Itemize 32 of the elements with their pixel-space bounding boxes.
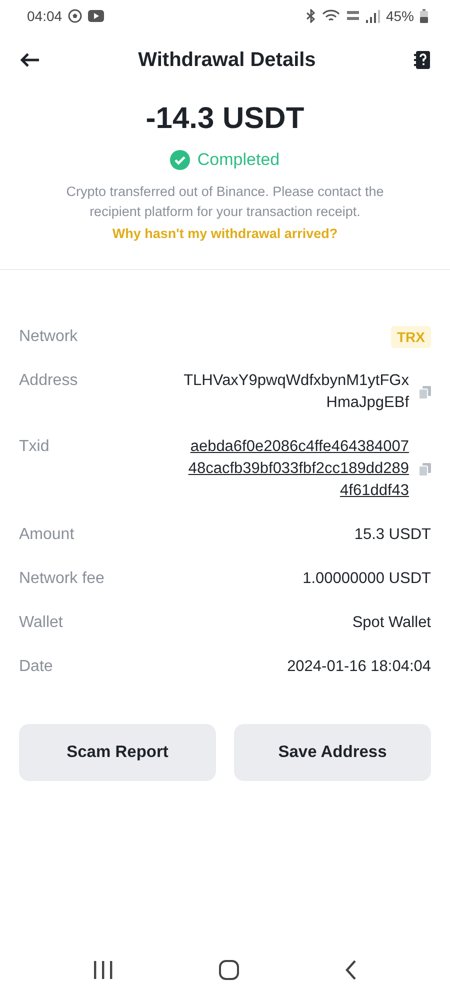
home-button[interactable] <box>216 957 242 983</box>
page-title: Withdrawal Details <box>137 48 317 72</box>
detail-label: Network fee <box>19 569 104 589</box>
action-button[interactable]: Scam Report <box>19 724 216 781</box>
detail-value: 1.00000000 USDT <box>302 569 431 589</box>
detail-value: TLHVaxY9pwqWdfxbynM1ytFGx HmaJpgEBf <box>184 371 409 413</box>
bluetooth-icon <box>306 9 316 23</box>
volte-icon <box>346 9 360 23</box>
detail-label: Amount <box>19 525 74 545</box>
network-tag: TRX <box>391 326 431 348</box>
detail-value: 15.3 USDT <box>354 525 431 545</box>
detail-value: 2024-01-16 18:04:04 <box>287 657 431 677</box>
status-text: Completed <box>197 150 280 170</box>
detail-label: Network <box>19 327 78 347</box>
help-button[interactable] <box>412 49 432 71</box>
check-circle-icon <box>170 150 190 170</box>
video-play-icon <box>88 10 104 22</box>
signal-icon <box>366 10 380 22</box>
withdrawal-amount: -14.3 USDT <box>146 102 304 136</box>
status-time: 04:04 <box>27 8 62 24</box>
detail-value: Spot Wallet <box>352 613 431 633</box>
wifi-icon <box>322 9 340 23</box>
battery-icon <box>420 9 428 23</box>
detail-label: Txid <box>19 437 50 457</box>
txid-link[interactable]: aebda6f0e2086c4ffe464384007 48cacfb39bf033fbf2cc189dd289 4f61ddf43 <box>188 436 409 502</box>
detail-label: Date <box>19 657 53 677</box>
info-note: Crypto transferred out of Binance. Please contact the recipient platform for your transaction receipt. <box>65 183 385 221</box>
detail-label: Address <box>19 371 78 391</box>
detail-label: Wallet <box>19 613 63 633</box>
action-button[interactable]: Save Address <box>234 724 431 781</box>
soccer-ball-icon <box>68 9 82 23</box>
battery-percent: 45% <box>386 8 414 24</box>
